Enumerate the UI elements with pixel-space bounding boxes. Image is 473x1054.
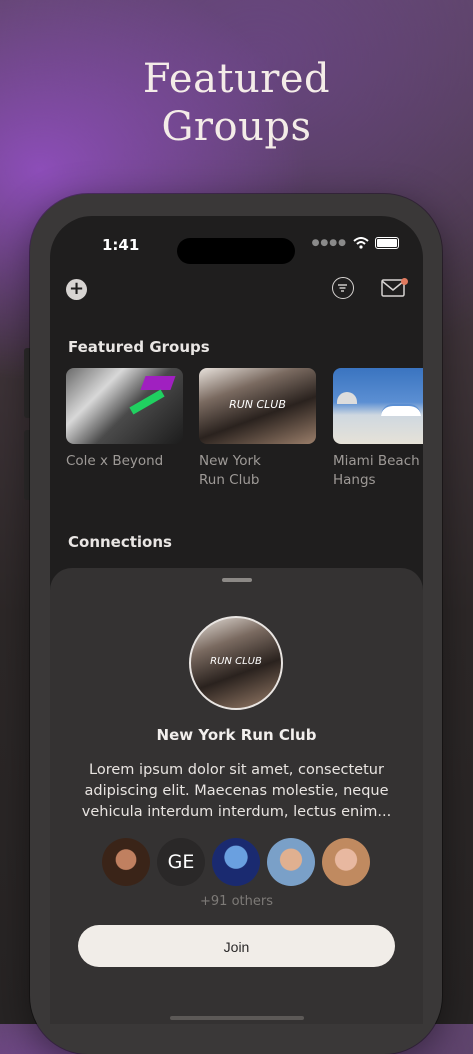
group-label: New York Run Club bbox=[199, 453, 261, 488]
member-avatar[interactable] bbox=[322, 838, 370, 886]
group-name: New York Run Club bbox=[156, 726, 317, 744]
group-card-cole-x-beyond[interactable]: Cole x Beyond bbox=[66, 368, 183, 471]
add-icon[interactable]: + bbox=[66, 279, 87, 300]
dynamic-island bbox=[177, 238, 295, 264]
featured-groups-title: Featured Groups bbox=[68, 338, 210, 356]
connections-title: Connections bbox=[68, 533, 172, 551]
featured-groups-list: Cole x Beyond RUN CLUB New York Run Club… bbox=[66, 368, 423, 498]
member-avatar-initials[interactable]: GE bbox=[157, 838, 205, 886]
wifi-icon bbox=[353, 237, 369, 249]
home-indicator[interactable] bbox=[170, 1016, 304, 1020]
phone-screen: 1:41 ●●●● + Featured Groups Cole x Beyon… bbox=[50, 216, 423, 1024]
group-thumbnail bbox=[66, 368, 183, 444]
avatar-text: RUN CLUB bbox=[210, 656, 262, 667]
group-avatar: RUN CLUB bbox=[189, 616, 283, 710]
member-avatar[interactable] bbox=[102, 838, 150, 886]
headline-line2: Groups bbox=[161, 104, 312, 150]
notification-dot bbox=[401, 278, 408, 285]
group-card-miami-beach-hangs[interactable]: Miami Beach Hangs bbox=[333, 368, 423, 490]
group-label: Cole x Beyond bbox=[66, 453, 164, 469]
group-thumbnail: RUN CLUB bbox=[199, 368, 316, 444]
status-time: 1:41 bbox=[102, 236, 140, 254]
group-description: Lorem ipsum dolor sit amet, consectetur … bbox=[81, 762, 392, 820]
signal-icon: ●●●● bbox=[311, 238, 347, 248]
headline-line1: Featured bbox=[142, 56, 331, 102]
group-thumbnail bbox=[333, 368, 423, 444]
filter-icon[interactable] bbox=[332, 277, 354, 299]
thumb-text: RUN CLUB bbox=[229, 398, 286, 411]
status-icons: ●●●● bbox=[312, 237, 399, 249]
group-detail-sheet: RUN CLUB New York Run Club Lorem ipsum d… bbox=[50, 568, 423, 1024]
member-avatars: GE bbox=[100, 838, 390, 888]
group-card-new-york-run-club[interactable]: RUN CLUB New York Run Club bbox=[199, 368, 316, 490]
join-button[interactable]: Join bbox=[78, 925, 395, 967]
top-bar: + bbox=[50, 274, 423, 308]
sheet-handle[interactable] bbox=[222, 578, 252, 582]
others-count: +91 others bbox=[200, 894, 273, 909]
headline: Featured Groups bbox=[0, 55, 473, 151]
battery-icon bbox=[375, 237, 399, 249]
group-label: Miami Beach Hangs bbox=[333, 453, 420, 488]
member-avatar[interactable] bbox=[212, 838, 260, 886]
member-avatar[interactable] bbox=[267, 838, 315, 886]
